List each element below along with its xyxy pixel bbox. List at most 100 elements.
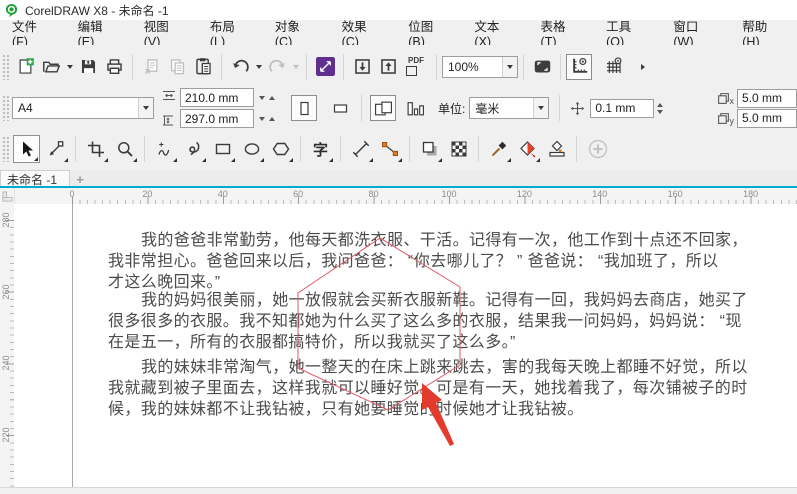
duplicate-x-field[interactable]: 5.0 mm bbox=[737, 88, 797, 108]
copy-button[interactable] bbox=[164, 54, 190, 80]
paragraph-3: 我的妹妹非常淘气，她一整天的在床上跳来跳去，害的我每天晚上都睡不好觉，所以 我就藏… bbox=[108, 357, 764, 420]
dimension-line-icon bbox=[352, 140, 370, 158]
zoom-level-dropdown[interactable] bbox=[502, 56, 517, 77]
crop-tool[interactable] bbox=[82, 135, 109, 163]
show-rulers-button[interactable] bbox=[566, 53, 592, 80]
apply-current-page-button[interactable] bbox=[402, 95, 428, 121]
ellipse-icon bbox=[243, 140, 261, 158]
redo-dropdown[interactable] bbox=[290, 54, 301, 80]
hruler-label: 160 bbox=[667, 189, 683, 199]
landscape-button[interactable] bbox=[327, 95, 353, 121]
toolbox-grip[interactable] bbox=[2, 136, 9, 162]
interactive-fill-tool[interactable] bbox=[514, 135, 541, 163]
undo-arrow-icon bbox=[231, 57, 250, 76]
property-bar: A4 210.0 mm 297.0 mm 单位: 毫米 0.1 mm x 5.0… bbox=[0, 88, 797, 129]
rectangle-tool[interactable] bbox=[209, 135, 236, 163]
units-dropdown[interactable] bbox=[533, 98, 549, 118]
show-guidelines-button[interactable] bbox=[634, 54, 652, 80]
hruler-label: 120 bbox=[516, 189, 532, 199]
vruler-label: 260 bbox=[1, 284, 11, 300]
transparency-checker-icon bbox=[450, 140, 468, 158]
redo-button[interactable] bbox=[264, 54, 290, 80]
export-button[interactable] bbox=[375, 54, 401, 80]
shape-tool[interactable] bbox=[42, 135, 69, 163]
text-tool[interactable]: 字 bbox=[307, 135, 334, 163]
color-eyedropper-tool[interactable] bbox=[485, 135, 512, 163]
cut-button[interactable] bbox=[138, 54, 164, 80]
show-grid-button[interactable] bbox=[600, 54, 626, 80]
open-dropdown[interactable] bbox=[64, 54, 75, 80]
vruler-label: 220 bbox=[1, 427, 11, 443]
hruler-label: 60 bbox=[293, 189, 304, 199]
pdf-icon: PDF bbox=[408, 56, 424, 65]
undo-dropdown[interactable] bbox=[253, 54, 264, 80]
copy-icon bbox=[168, 57, 187, 76]
units-combobox[interactable]: 毫米 bbox=[469, 97, 550, 119]
text-line: 我非常担心。爸爸回来以后，我问爸爸： “你去哪儿了？ ” 爸爸说： “我加班了，… bbox=[108, 253, 719, 270]
polygon-icon bbox=[272, 140, 290, 158]
parallel-dimension-tool[interactable] bbox=[347, 135, 374, 163]
artistic-media-tool[interactable] bbox=[180, 135, 207, 163]
menu-bar: 文件(F) 编辑(E) 视图(V) 布局(L) 对象(C) 效果(C) 位图(B) 文本(X)… bbox=[0, 20, 797, 49]
save-button[interactable] bbox=[75, 54, 101, 80]
portrait-icon bbox=[296, 100, 313, 117]
page-width-spinner[interactable] bbox=[257, 95, 277, 100]
duplicate-y-field[interactable]: 5.0 mm bbox=[737, 108, 797, 128]
new-document-icon bbox=[16, 57, 35, 76]
hruler-label: 80 bbox=[368, 189, 379, 199]
ellipse-tool[interactable] bbox=[238, 135, 265, 163]
transparency-tool[interactable] bbox=[445, 135, 472, 163]
paste-button[interactable] bbox=[190, 54, 216, 80]
polygon-tool[interactable] bbox=[267, 135, 294, 163]
freehand-curve-icon bbox=[156, 140, 174, 158]
page-height-spinner[interactable] bbox=[257, 116, 277, 121]
property-bar-grip[interactable] bbox=[2, 95, 9, 121]
add-tools-plus-icon bbox=[587, 138, 609, 160]
zoom-level-combobox[interactable]: 100% bbox=[442, 55, 518, 78]
pick-tool[interactable] bbox=[13, 135, 40, 163]
toolbox: 字 bbox=[0, 128, 797, 171]
smart-fill-tool[interactable] bbox=[543, 135, 570, 163]
paragraph-1: 我的爸爸非常勤劳，他每天都洗衣服、干活。记得有一次，他工作到十点还不回家， 我非常… bbox=[108, 230, 764, 293]
nudge-offset-field[interactable]: 0.1 mm bbox=[590, 98, 655, 118]
zoom-level-value: 100% bbox=[448, 59, 479, 74]
print-button[interactable] bbox=[101, 54, 127, 80]
toolbar-grip[interactable] bbox=[2, 53, 9, 80]
text-line: 候，我的妹妹都不让我钻被，只有她要睡觉的时候她才让我钻被。 bbox=[108, 401, 584, 418]
apply-all-pages-button[interactable] bbox=[370, 95, 396, 121]
page-size-preset-combobox[interactable]: A4 bbox=[12, 97, 154, 119]
interactive-fill-icon bbox=[519, 140, 537, 158]
hruler-label: 180 bbox=[743, 189, 759, 199]
search-content-button[interactable] bbox=[312, 54, 338, 80]
standard-toolbar: PDF 100% bbox=[0, 45, 797, 89]
publish-pdf-button[interactable]: PDF bbox=[401, 53, 431, 81]
fullscreen-preview-button[interactable] bbox=[529, 54, 555, 80]
bottom-scroll-strip[interactable] bbox=[0, 487, 797, 494]
page-preset-dropdown[interactable] bbox=[138, 98, 153, 118]
paragraph-2: 我的妈妈很美丽，她一放假就会买新衣服新鞋。记得有一回，我妈妈去商店，她买了 很多很… bbox=[108, 290, 764, 353]
freehand-tool[interactable] bbox=[151, 135, 178, 163]
connector-line-icon bbox=[381, 140, 399, 158]
vruler-label: 280 bbox=[1, 212, 11, 228]
hruler-label: 0 bbox=[69, 189, 75, 199]
page-height-field[interactable]: 297.0 mm bbox=[180, 109, 254, 128]
pick-cursor-icon bbox=[18, 140, 36, 158]
drop-shadow-tool[interactable] bbox=[416, 135, 443, 163]
page-preset-value: A4 bbox=[18, 101, 33, 115]
ruler-origin-corner[interactable] bbox=[0, 188, 15, 204]
zoom-tool[interactable] bbox=[111, 135, 138, 163]
add-tools-button[interactable] bbox=[583, 135, 613, 163]
page-width-field[interactable]: 210.0 mm bbox=[180, 88, 254, 107]
new-document-button[interactable] bbox=[12, 54, 38, 80]
drawing-canvas[interactable]: 我的爸爸非常勤劳，他每天都洗衣服、干活。记得有一次，他工作到十点还不回家， 我非常… bbox=[14, 204, 797, 487]
redo-arrow-icon bbox=[268, 57, 287, 76]
open-folder-icon bbox=[42, 57, 61, 76]
portrait-button[interactable] bbox=[291, 95, 317, 121]
import-button[interactable] bbox=[349, 54, 375, 80]
connector-tool[interactable] bbox=[376, 135, 403, 163]
open-button[interactable] bbox=[38, 54, 64, 80]
vertical-ruler: 280 260 240 220 bbox=[0, 204, 15, 487]
nudge-spinner[interactable] bbox=[657, 102, 664, 114]
undo-button[interactable] bbox=[227, 54, 253, 80]
text-line: 很多很多的衣服。我不知都她为什么买了这么多的衣服，结果我一问妈妈，妈妈说： “现 bbox=[108, 313, 742, 330]
